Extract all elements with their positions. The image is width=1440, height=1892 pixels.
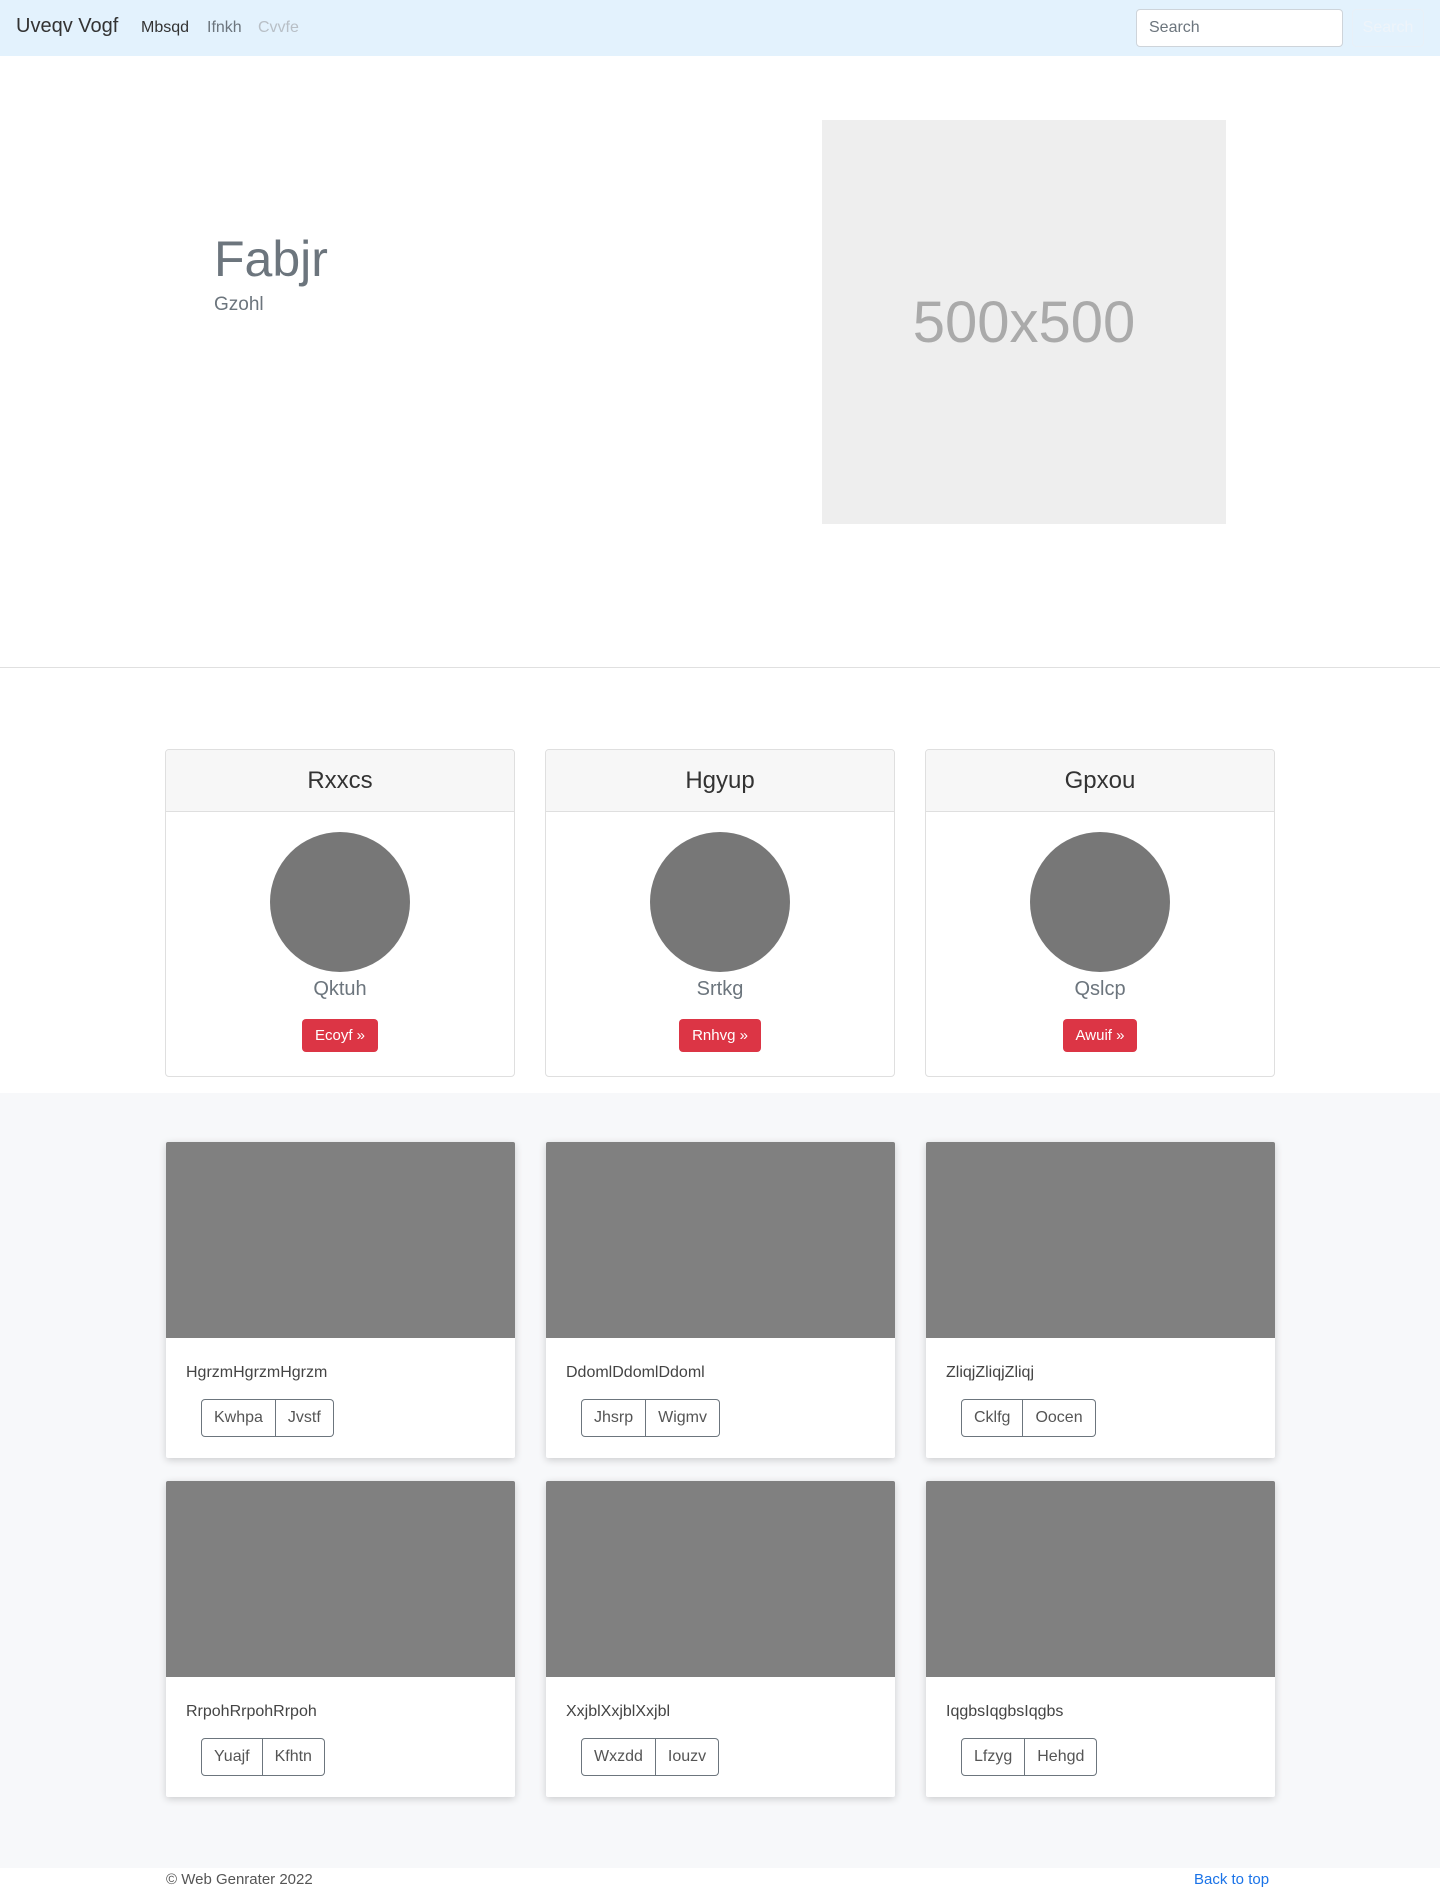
card-button[interactable]: Lfzyg: [961, 1738, 1026, 1776]
card-text: IqgbsIqgbsIqgbs: [946, 1703, 1064, 1720]
search-button[interactable]: Search: [1352, 9, 1424, 47]
nav-link-mbsqd[interactable]: Mbsqd: [141, 19, 189, 37]
pricing-card: Gpxou Qslcp Awuif »: [925, 749, 1275, 1077]
nav-link-cvvfe: Cvvfe: [258, 19, 299, 36]
hero-subtitle: Gzohl: [214, 294, 264, 315]
card-action-button[interactable]: Ecoyf »: [301, 1019, 379, 1052]
button-group: Lfzyg Hehgd: [961, 1738, 1098, 1776]
card-button[interactable]: Wxzdd: [581, 1738, 656, 1776]
button-group: Kwhpa Jvstf: [201, 1399, 334, 1437]
card-button[interactable]: Kwhpa: [201, 1399, 276, 1437]
button-group: Cklfg Oocen: [961, 1399, 1096, 1437]
pricing-card: Hgyup Srtkg Rnhvg »: [545, 749, 895, 1077]
divider: [0, 667, 1440, 668]
card-action-button[interactable]: Rnhvg »: [679, 1019, 761, 1052]
back-to-top-link[interactable]: Back to top: [1194, 1871, 1269, 1888]
card-button[interactable]: Hehgd: [1025, 1738, 1098, 1776]
card-button[interactable]: Jhsrp: [581, 1399, 647, 1437]
album-card: HgrzmHgrzmHgrzm Kwhpa Jvstf: [166, 1142, 515, 1458]
card-image-placeholder: [546, 1142, 895, 1338]
card-image-placeholder: [926, 1481, 1275, 1677]
card-name: Srtkg: [696, 978, 744, 1000]
card-text: RrpohRrpohRrpoh: [186, 1703, 317, 1720]
copyright-text: © Web Genrater 2022: [166, 1871, 313, 1888]
hero-title: Fabjr: [214, 231, 328, 287]
card-name: Qslcp: [1074, 978, 1126, 1000]
brand-link[interactable]: Uveqv Vogf: [16, 15, 118, 38]
hero-image-label: 500x500: [912, 289, 1136, 355]
card-button[interactable]: Wigmv: [646, 1399, 721, 1437]
card-button[interactable]: Jvstf: [275, 1399, 334, 1437]
card-image-placeholder: [546, 1481, 895, 1677]
button-group: Wxzdd Iouzv: [581, 1738, 720, 1776]
avatar: [1030, 832, 1170, 972]
card-button[interactable]: Oocen: [1023, 1399, 1096, 1437]
card-image-placeholder: [166, 1142, 515, 1338]
navbar: Uveqv Vogf Mbsqd Ifnkh Cvvfe Search: [0, 0, 1440, 56]
album-card: DdomlDdomlDdoml Jhsrp Wigmv: [546, 1142, 895, 1458]
card-text: XxjblXxjblXxjbl: [566, 1703, 671, 1720]
album-card: RrpohRrpohRrpoh Yuajf Kfhtn: [166, 1481, 515, 1797]
hero-placeholder-image: 500x500: [822, 120, 1226, 524]
avatar: [650, 832, 790, 972]
card-text: DdomlDdomlDdoml: [566, 1364, 705, 1381]
card-image-placeholder: [926, 1142, 1275, 1338]
card-name: Qktuh: [313, 978, 367, 1000]
album-card: ZliqjZliqjZliqj Cklfg Oocen: [926, 1142, 1275, 1458]
pricing-card: Rxxcs Qktuh Ecoyf »: [165, 749, 515, 1077]
card-button[interactable]: Kfhtn: [262, 1738, 325, 1776]
card-text: ZliqjZliqjZliqj: [946, 1364, 1035, 1381]
card-button[interactable]: Iouzv: [655, 1738, 720, 1776]
card-button[interactable]: Cklfg: [961, 1399, 1024, 1437]
card-image-placeholder: [166, 1481, 515, 1677]
button-group: Yuajf Kfhtn: [201, 1738, 325, 1776]
card-header: Hgyup: [546, 750, 894, 812]
card-header: Rxxcs: [166, 750, 514, 812]
nav-link-ifnkh[interactable]: Ifnkh: [207, 19, 242, 37]
search-input[interactable]: [1136, 9, 1343, 47]
card-text: HgrzmHgrzmHgrzm: [186, 1364, 328, 1381]
button-group: Jhsrp Wigmv: [581, 1399, 721, 1437]
album-card: XxjblXxjblXxjbl Wxzdd Iouzv: [546, 1481, 895, 1797]
card-button[interactable]: Yuajf: [201, 1738, 263, 1776]
avatar: [270, 832, 410, 972]
card-action-button[interactable]: Awuif »: [1062, 1019, 1138, 1052]
card-header: Gpxou: [926, 750, 1274, 812]
album-card: IqgbsIqgbsIqgbs Lfzyg Hehgd: [926, 1481, 1275, 1797]
